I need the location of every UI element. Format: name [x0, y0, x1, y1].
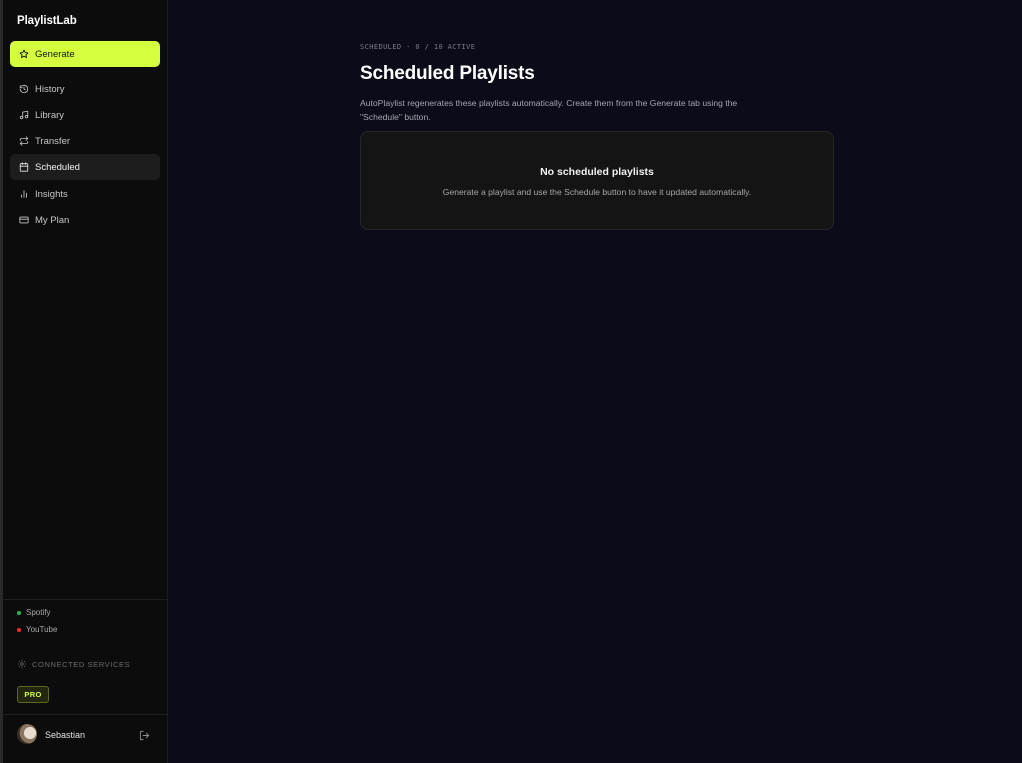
bar-chart-icon — [19, 189, 29, 199]
service-spotify[interactable]: Spotify — [17, 608, 50, 617]
calendar-icon — [19, 162, 29, 172]
credit-card-icon — [19, 215, 29, 225]
nav-item-scheduled[interactable]: Scheduled — [10, 154, 160, 180]
main-content: SCHEDULED · 0 / 10 ACTIVE Scheduled Play… — [168, 0, 1022, 763]
empty-state-card: No scheduled playlists Generate a playli… — [360, 131, 834, 230]
empty-state-title: No scheduled playlists — [540, 166, 654, 178]
nav-item-label: Insights — [35, 188, 68, 200]
service-label: Spotify — [26, 608, 51, 617]
brand-logo-text: PlaylistLab — [17, 15, 77, 27]
nav-item-insights[interactable]: Insights — [10, 181, 160, 207]
page-eyebrow: SCHEDULED · 0 / 10 ACTIVE — [360, 43, 476, 51]
user-name: Sebastian — [45, 730, 86, 740]
page-description: AutoPlaylist regenerates these playlists… — [360, 98, 738, 122]
history-icon — [19, 84, 29, 94]
plan-badge: PRO — [17, 686, 49, 703]
music-note-icon — [19, 110, 29, 120]
nav-item-label: History — [35, 83, 65, 95]
nav-item-label: Library — [35, 109, 65, 121]
status-dot-icon — [17, 610, 21, 615]
gear-icon — [17, 659, 27, 669]
logout-icon[interactable] — [139, 728, 150, 741]
service-label: YouTube — [26, 625, 58, 634]
page-title: Scheduled Playlists — [360, 63, 535, 84]
nav-item-my-plan[interactable]: My Plan — [10, 207, 160, 233]
nav-item-label: Scheduled — [35, 161, 80, 173]
connected-services-label: CONNECTED SERVICES — [32, 659, 131, 669]
nav-item-label: Transfer — [35, 135, 71, 147]
user-profile-row[interactable]: Sebastian — [3, 714, 168, 763]
nav-item-history[interactable]: History — [10, 76, 160, 102]
nav-generate-button[interactable]: Generate — [10, 41, 160, 67]
nav-item-library[interactable]: Library — [10, 102, 160, 128]
nav-item-transfer[interactable]: Transfer — [10, 128, 160, 154]
nav-item-label: Generate — [35, 48, 75, 60]
empty-state-description: Generate a playlist and use the Schedule… — [442, 187, 752, 197]
connected-services-link[interactable]: CONNECTED SERVICES — [17, 659, 130, 669]
service-youtube[interactable]: YouTube — [17, 625, 57, 634]
star-icon — [19, 49, 29, 59]
sidebar-divider — [3, 599, 168, 600]
status-dot-icon — [17, 627, 21, 632]
avatar[interactable] — [17, 724, 37, 744]
nav-item-label: My Plan — [35, 214, 70, 226]
sidebar: PlaylistLab Generate History Library Tra… — [3, 0, 168, 763]
transfer-arrows-icon — [19, 136, 29, 146]
